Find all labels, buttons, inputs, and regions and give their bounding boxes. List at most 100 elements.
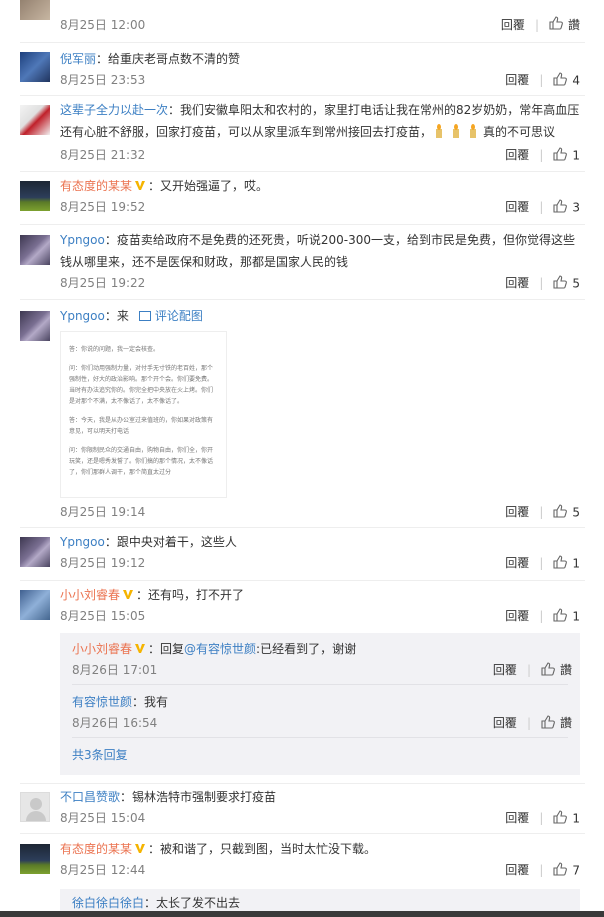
like-count: 1 (572, 811, 580, 826)
vip-badge-icon (135, 181, 146, 190)
reply-button[interactable]: 回覆 (505, 609, 529, 623)
divider (20, 783, 585, 784)
comment-pic-link[interactable]: 评论配图 (138, 309, 203, 323)
reply-thread: 小小刘睿春 ：回复@有容惊世颜:已经看到了，谢谢 8月26日 17:01 回覆 | 讚… (60, 633, 580, 775)
comment-text: ：被和谐了，只截到图，当时太忙没下载。 (148, 842, 377, 856)
divider (20, 580, 585, 581)
comment-time: 8月25日 21:32 (60, 148, 146, 162)
comment-actions: 回覆 | 7 (505, 862, 580, 878)
reply-item: 小小刘睿春 ：回复@有容惊世颜:已经看到了，谢谢 8月26日 17:01 回覆 | 讚 (72, 638, 572, 677)
reply-time: 8月26日 17:01 (72, 663, 158, 677)
reply-button[interactable]: 回覆 (501, 18, 525, 32)
comment-time: 8月25日 12:44 (60, 863, 146, 877)
reply-button[interactable]: 回覆 (493, 716, 517, 730)
reply-actions: 回覆 | 讚 (492, 662, 572, 677)
divider (20, 42, 585, 43)
avatar[interactable] (20, 537, 50, 567)
reply-button[interactable]: 回覆 (505, 505, 529, 519)
like-button[interactable]: 3 (553, 199, 580, 214)
comment-actions: 回覆 | 5 (505, 275, 580, 291)
comment-text: ：来 (104, 309, 129, 323)
comment-username[interactable]: 有态度的某某 (60, 842, 132, 856)
thumb-up-icon (541, 715, 555, 729)
like-button[interactable]: 讚 (541, 715, 572, 730)
comment-text: ：锡林浩特市强制要求打疫苗 (120, 790, 277, 804)
comment-actions: 回覆 | 5 (505, 504, 580, 520)
comment-time: 8月25日 19:12 (60, 556, 146, 570)
avatar[interactable] (20, 311, 50, 341)
comment-body: 小小刘睿春 ：还有吗，打不开了 (60, 584, 585, 606)
divider (72, 737, 568, 738)
like-button[interactable]: 5 (553, 275, 580, 291)
like-button[interactable]: 4 (553, 72, 580, 87)
thumb-up-icon (549, 16, 563, 30)
reply-button[interactable]: 回覆 (505, 556, 529, 570)
reply-button[interactable]: 回覆 (505, 200, 529, 214)
thumb-up-icon (553, 810, 568, 824)
avatar[interactable] (20, 105, 50, 135)
image-text-line: 问：你限制民众的交通自由，购物自由，你们全，你开玩笑，还是嗯秀发誓了。你们搞的那… (69, 447, 214, 476)
reply-username[interactable]: 徐白徐白徐白 (72, 896, 144, 910)
vip-badge-icon (135, 844, 146, 853)
avatar[interactable] (20, 235, 50, 265)
like-button[interactable]: 1 (553, 147, 580, 163)
divider (20, 171, 585, 172)
divider (20, 95, 585, 96)
comment-text-tail: 真的不可思议 (483, 125, 556, 139)
divider (20, 224, 585, 225)
comment-username[interactable]: 有态度的某某 (60, 179, 132, 193)
comment-feed: 8月25日 12:00 回覆 | 讚 倪军丽：给重庆老哥点数不清的赞 8月25日 2… (0, 0, 604, 917)
like-button[interactable]: 1 (553, 555, 580, 570)
reply-button[interactable]: 回覆 (493, 663, 517, 677)
image-icon (138, 311, 151, 321)
reply-button[interactable]: 回覆 (505, 148, 529, 162)
like-button[interactable]: 7 (553, 862, 580, 878)
avatar[interactable] (20, 0, 50, 20)
avatar[interactable] (20, 181, 50, 211)
comment-username[interactable]: 不口昌赞歌 (60, 790, 120, 804)
reply-text: ：太长了发不出去 (144, 896, 241, 910)
avatar[interactable] (20, 52, 50, 82)
comment-username[interactable]: Ypngoo (60, 233, 105, 247)
more-replies-link[interactable]: 共3条回复 (72, 746, 128, 763)
like-button[interactable]: 5 (553, 504, 580, 520)
avatar[interactable] (20, 590, 50, 620)
avatar[interactable] (20, 844, 50, 874)
comment-username[interactable]: Ypngoo (60, 309, 105, 323)
reply-button[interactable]: 回覆 (505, 276, 529, 290)
comment-body: 有态度的某某 ：被和谐了，只截到图，当时太忙没下载。 (60, 838, 585, 860)
reply-button[interactable]: 回覆 (505, 73, 529, 87)
thumb-up-icon (553, 555, 568, 569)
reply-actions: 回覆 | 讚 (492, 715, 572, 730)
comment-body: 倪军丽：给重庆老哥点数不清的赞 (60, 48, 585, 70)
thumb-up-icon (553, 275, 568, 289)
horizontal-scrollbar[interactable] (0, 911, 604, 917)
divider (72, 684, 568, 685)
reply-username[interactable]: 有容惊世颜 (72, 695, 132, 709)
like-count: 1 (572, 148, 580, 163)
like-count: 5 (572, 505, 580, 520)
comment-username[interactable]: 这辈子全力以赴一次 (60, 103, 168, 117)
reply-button[interactable]: 回覆 (505, 811, 529, 825)
comment-username[interactable]: Ypngoo (60, 535, 105, 549)
like-button[interactable]: 讚 (549, 16, 580, 32)
like-button[interactable]: 1 (553, 608, 580, 624)
comment-actions: 回覆 | 1 (505, 555, 580, 571)
like-count: 5 (572, 276, 580, 291)
like-label: 讚 (559, 716, 572, 730)
like-count: 1 (572, 609, 580, 624)
thumb-up-icon (553, 608, 568, 622)
avatar[interactable] (20, 792, 50, 822)
like-button[interactable]: 1 (553, 810, 580, 826)
reply-button[interactable]: 回覆 (505, 863, 529, 877)
like-button[interactable]: 讚 (541, 662, 572, 677)
reply-username[interactable]: 小小刘睿春 (72, 642, 132, 656)
comment-actions: 回覆 | 3 (505, 199, 580, 215)
reply-mention[interactable]: @有容惊世颜 (184, 642, 256, 656)
divider (20, 299, 585, 300)
comment-username[interactable]: 小小刘睿春 (60, 588, 120, 602)
like-count: 7 (572, 863, 580, 878)
comment-image[interactable]: 答：你说的问题，我一定会核查。 问：你们动用强制力量，对付手无寸铁的老百姓，那个… (60, 331, 227, 498)
comment-username[interactable]: 倪军丽 (60, 52, 96, 66)
comment-time: 8月25日 19:22 (60, 276, 146, 290)
